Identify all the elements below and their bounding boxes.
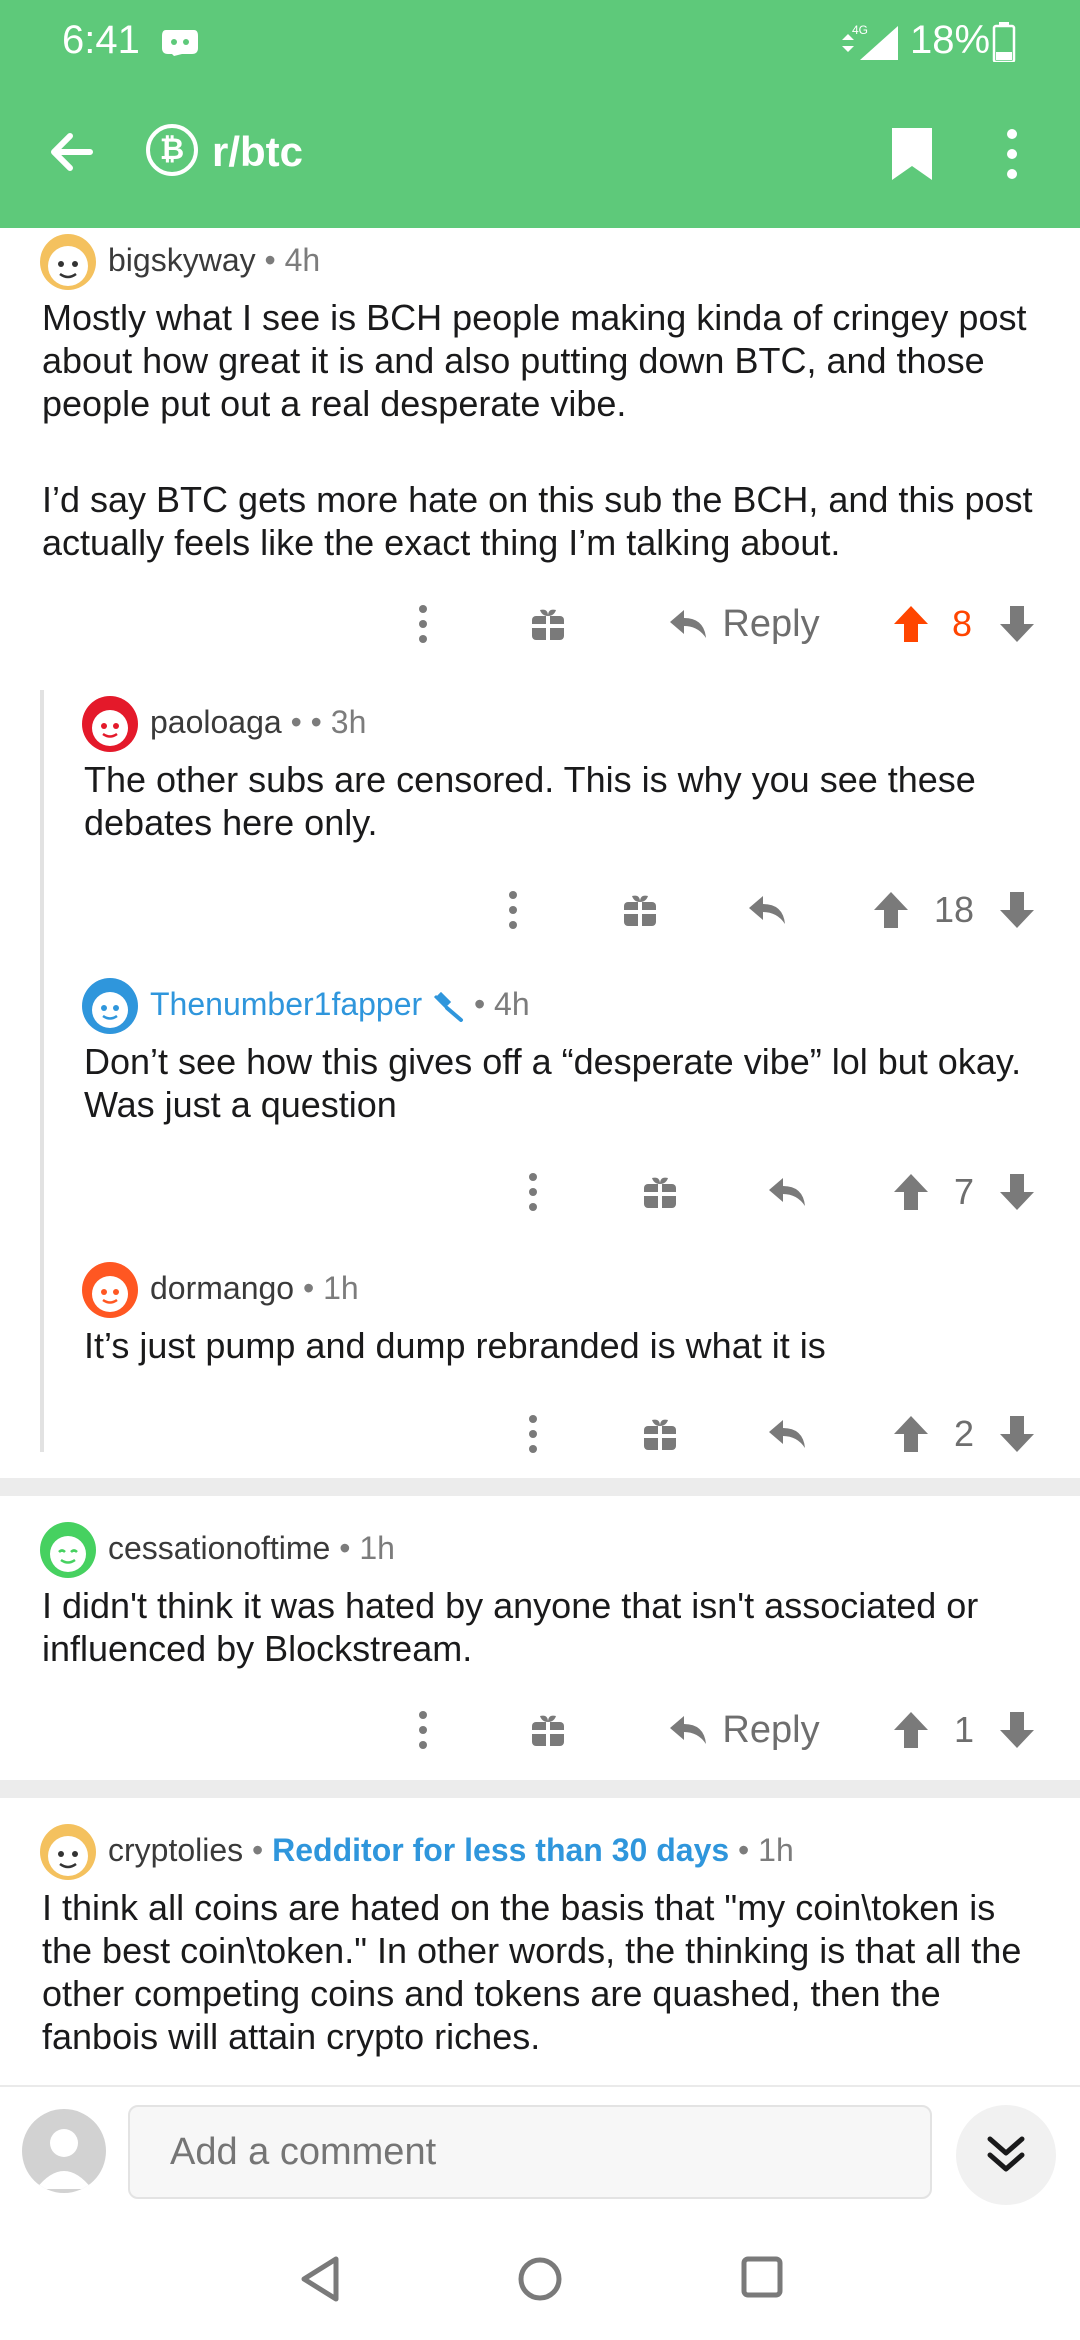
- upvote-icon[interactable]: [886, 1162, 936, 1222]
- vote-score: 2: [953, 1413, 975, 1454]
- upvote-icon[interactable]: [866, 880, 916, 940]
- reply-button[interactable]: Reply: [654, 594, 834, 654]
- toolbar: ₿ r/btc: [0, 100, 1080, 210]
- nav-home-icon[interactable]: [516, 2255, 564, 2308]
- meta-separator: • •: [290, 704, 322, 740]
- downvote-icon[interactable]: [992, 594, 1042, 654]
- user-avatar[interactable]: [22, 2109, 106, 2193]
- more-vertical-icon[interactable]: [1006, 126, 1018, 187]
- downvote-icon[interactable]: [992, 1162, 1042, 1222]
- status-time: 6:41: [62, 18, 140, 62]
- avatar[interactable]: [82, 978, 138, 1034]
- bookmark-icon[interactable]: [888, 126, 936, 187]
- more-vertical-icon[interactable]: [518, 1162, 548, 1222]
- more-vertical-icon[interactable]: [408, 594, 438, 654]
- user-flair: Redditor for less than 30 days: [272, 1832, 730, 1868]
- system-nav-bar: [0, 2215, 1080, 2340]
- more-vertical-icon[interactable]: [518, 1404, 548, 1464]
- reply-label: Reply: [722, 602, 820, 645]
- comment-compose-bar: [0, 2085, 1080, 2215]
- gift-icon[interactable]: [640, 1404, 680, 1464]
- meta-separator: •: [473, 986, 486, 1022]
- more-vertical-icon[interactable]: [408, 1700, 438, 1760]
- avatar[interactable]: [40, 234, 96, 290]
- author-name[interactable]: bigskyway: [108, 242, 256, 278]
- comment-age: 1h: [359, 1530, 395, 1566]
- upvote-icon[interactable]: [886, 1700, 936, 1760]
- bitcoin-icon: ₿: [146, 124, 198, 176]
- comment-text: I’d say BTC gets more hate on this sub t…: [42, 479, 1033, 563]
- gift-icon[interactable]: [620, 880, 660, 940]
- meta-separator: •: [264, 242, 276, 278]
- reply-icon: [670, 610, 707, 638]
- network-label: 4G: [852, 23, 868, 37]
- meta-separator: •: [302, 1270, 315, 1306]
- reply-icon[interactable]: [762, 1404, 812, 1464]
- meta-separator: •: [339, 1530, 351, 1566]
- comment-age: 3h: [330, 704, 367, 740]
- comment-actions: 18: [0, 880, 1080, 940]
- downvote-icon[interactable]: [992, 880, 1042, 940]
- avatar[interactable]: [82, 1262, 138, 1318]
- comment-text: It’s just pump and dump rebranded is wha…: [84, 1325, 826, 1366]
- comment-actions: 2: [0, 1404, 1080, 1464]
- meta-separator: •: [738, 1832, 750, 1868]
- comment-actions: Reply 1: [0, 1700, 1080, 1760]
- upvote-icon[interactable]: [886, 1404, 936, 1464]
- upvote-icon[interactable]: [886, 594, 936, 654]
- comment-text: Mostly what I see is BCH people making k…: [42, 297, 1027, 424]
- comment-text: The other subs are censored. This is why…: [84, 759, 976, 843]
- nav-recents-icon[interactable]: [740, 2255, 784, 2304]
- app-header: 6:41 4G 18% ₿ r/btc: [0, 0, 1080, 228]
- downvote-icon[interactable]: [992, 1404, 1042, 1464]
- vote-score: 1: [953, 1709, 975, 1750]
- reply-icon: [670, 1716, 707, 1744]
- meta-separator: •: [252, 1832, 264, 1868]
- gift-icon[interactable]: [528, 1700, 568, 1760]
- signal-icon: 4G: [838, 22, 902, 67]
- reply-icon[interactable]: [762, 1162, 812, 1222]
- comment-age: 1h: [758, 1832, 794, 1868]
- add-comment-input[interactable]: [128, 2105, 932, 2199]
- author-name[interactable]: Thenumber1fapper: [150, 986, 422, 1022]
- comment-actions: Reply 8: [0, 594, 1080, 654]
- comment-text: Don’t see how this gives off a “desperat…: [84, 1041, 1022, 1125]
- vote-score: 7: [953, 1171, 975, 1212]
- back-arrow-icon[interactable]: [42, 122, 102, 182]
- reply-button[interactable]: Reply: [654, 1700, 834, 1760]
- comment-age: 4h: [284, 242, 321, 278]
- avatar[interactable]: [40, 1824, 96, 1880]
- subreddit-title[interactable]: r/btc: [212, 128, 303, 176]
- chevron-double-down-icon[interactable]: [956, 2105, 1056, 2205]
- comment-text: I didn't think it was hated by anyone th…: [42, 1585, 979, 1669]
- downvote-icon[interactable]: [992, 1700, 1042, 1760]
- author-name[interactable]: paoloaga: [150, 704, 282, 740]
- battery-percent: 18%: [910, 18, 991, 62]
- author-name[interactable]: cessationoftime: [108, 1530, 330, 1566]
- author-name[interactable]: cryptolies: [108, 1832, 243, 1868]
- vote-score: 18: [933, 889, 975, 930]
- gift-icon[interactable]: [528, 594, 568, 654]
- author-name[interactable]: dormango: [150, 1270, 294, 1306]
- section-divider: [0, 1478, 1080, 1496]
- comment-age: 1h: [323, 1270, 359, 1306]
- moderator-icon: [431, 986, 474, 1022]
- battery-icon: [992, 22, 1016, 67]
- vote-score: 8: [951, 603, 973, 644]
- thread-line: [40, 690, 44, 1452]
- discord-icon: [160, 26, 200, 63]
- more-vertical-icon[interactable]: [498, 880, 528, 940]
- gift-icon[interactable]: [640, 1162, 680, 1222]
- avatar[interactable]: [40, 1522, 96, 1578]
- avatar[interactable]: [82, 696, 138, 752]
- reply-icon[interactable]: [742, 880, 792, 940]
- status-bar: 6:41 4G 18%: [0, 0, 1080, 80]
- nav-back-icon[interactable]: [298, 2255, 342, 2308]
- comment-age: 4h: [494, 986, 530, 1022]
- reply-label: Reply: [722, 1708, 820, 1751]
- comment-text: I think all coins are hated on the basis…: [42, 1887, 1022, 2057]
- comment-actions: 7: [0, 1162, 1080, 1222]
- section-divider: [0, 1780, 1080, 1798]
